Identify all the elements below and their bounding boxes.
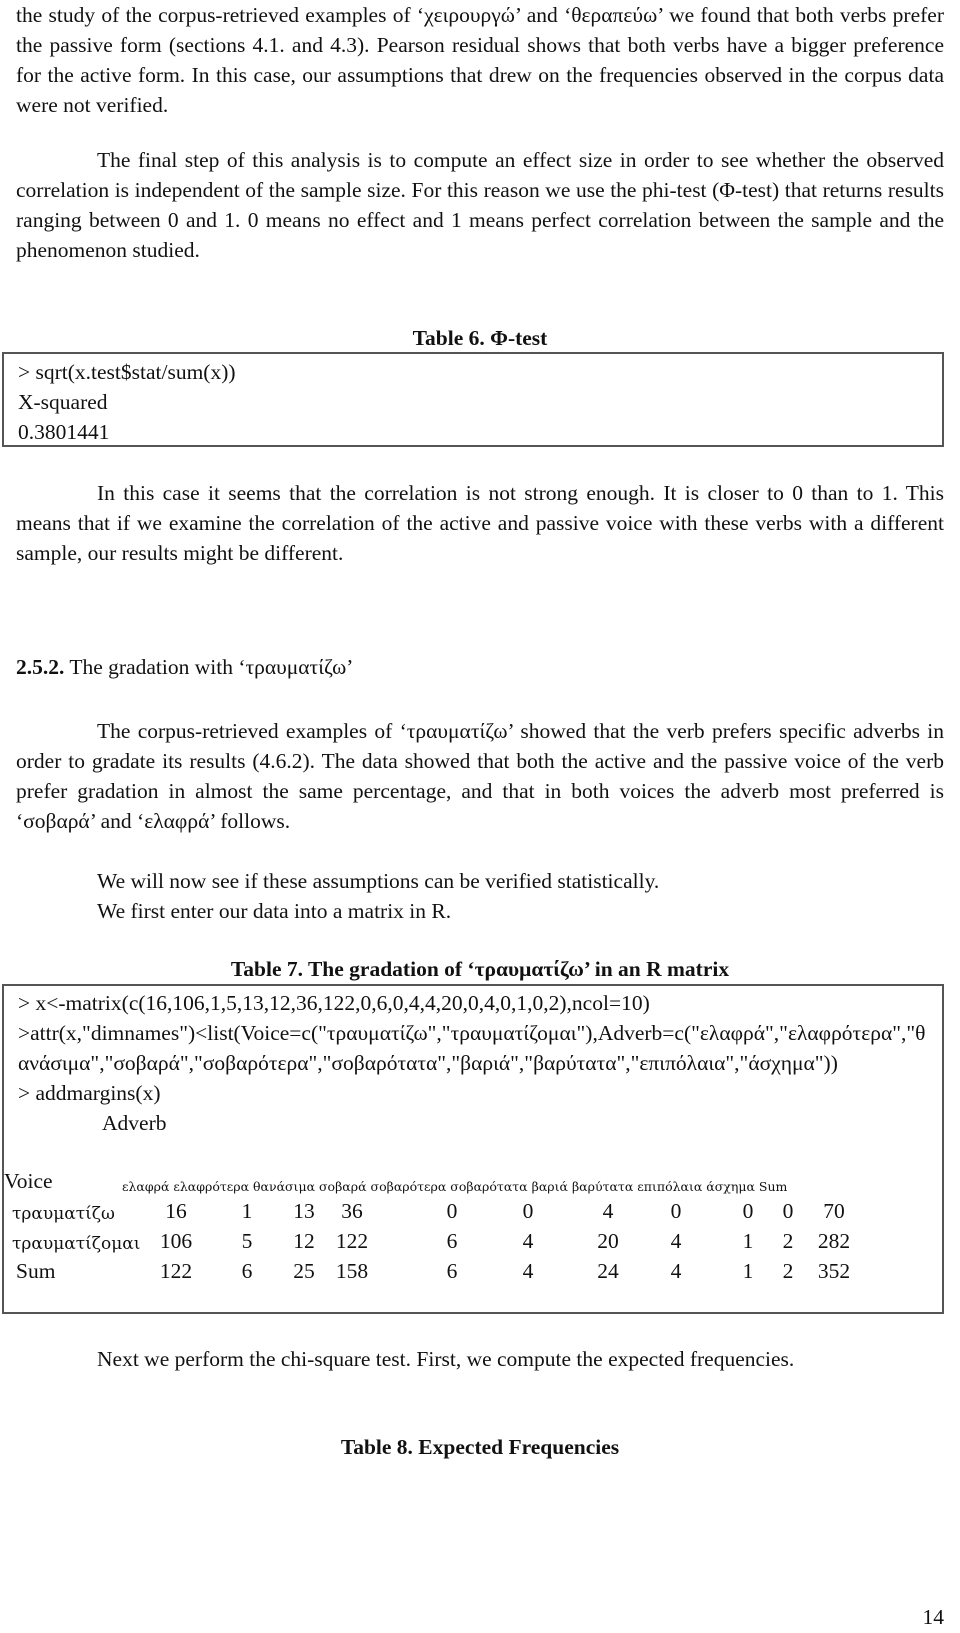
paragraph-verify: We will now see if these assumptions can… [97, 869, 660, 893]
matrix-cell: 0 [670, 1199, 682, 1223]
row-label: Sum [16, 1259, 56, 1283]
matrix-cell: 4 [522, 1259, 534, 1283]
row-label: τραυματίζομαι [12, 1234, 141, 1254]
column-header: θανάσιμα [253, 1179, 316, 1194]
column-header: επιπόλαια [637, 1179, 703, 1194]
page-number: 14 [922, 1605, 945, 1629]
matrix-cell: 25 [293, 1259, 315, 1283]
column-header: σοβαρότερα [370, 1179, 447, 1194]
matrix-cell: 13 [293, 1199, 315, 1223]
matrix-cell: 16 [165, 1199, 187, 1223]
paragraph-pearson-residual: the study of the corpus-retrieved exampl… [16, 3, 944, 117]
table7-code-line: > addmargins(x) [18, 1081, 161, 1105]
matrix-cell: 282 [817, 1229, 851, 1253]
matrix-cell: 1 [241, 1199, 253, 1223]
column-header: ελαφρότερα [173, 1179, 250, 1194]
column-header: ελαφρά [122, 1179, 170, 1194]
section-heading: 2.5.2. The gradation with ‘τραυματίζω’ [16, 652, 944, 682]
column-header: Sum [758, 1179, 788, 1194]
matrix-cell: 0 [446, 1199, 458, 1223]
table6-box: > sqrt(x.test$stat/sum(x)) X-squared 0.3… [2, 352, 944, 447]
matrix-cell: 12 [293, 1229, 315, 1253]
table7-caption: Table 7. The gradation of ‘τραυματίζω’ i… [230, 957, 730, 981]
table6-line: 0.3801441 [18, 420, 110, 444]
column-header: σοβαρά [319, 1179, 367, 1194]
section-title: The gradation with ‘τραυματίζω’ [64, 655, 354, 679]
paragraph-trav-corpus: The corpus-retrieved examples of ‘τραυμα… [16, 719, 944, 833]
matrix-cell: 2 [782, 1229, 794, 1253]
matrix-cell: 0 [782, 1199, 794, 1223]
matrix-cell: 36 [341, 1199, 363, 1223]
table8-caption: Table 8. Expected Frequencies [340, 1435, 620, 1459]
matrix-cell: 4 [522, 1229, 534, 1253]
matrix-cell: 122 [159, 1259, 193, 1283]
matrix-cell: 4 [602, 1199, 614, 1223]
matrix-cell: 106 [159, 1229, 193, 1253]
paragraph-matrix: We first enter our data into a matrix in… [97, 899, 452, 923]
row-label: τραυματίζω [12, 1204, 115, 1224]
matrix-cell: 0 [522, 1199, 534, 1223]
matrix-row: τραυματίζω 16 1 13 36 0 0 4 0 0 0 70 [4, 1196, 904, 1226]
table7-code-line: >attr(x,"dimnames")<list(Voice=c("τραυμα… [18, 1021, 926, 1075]
matrix-cell: 4 [670, 1259, 682, 1283]
table6-line: X-squared [18, 390, 108, 414]
table7-box: > x<-matrix(c(16,106,1,5,13,12,36,122,0,… [2, 984, 944, 1314]
matrix-row: τραυματίζομαι 106 5 12 122 6 4 20 4 1 2 282 [4, 1226, 904, 1256]
matrix-cell: 70 [823, 1199, 845, 1223]
matrix-cell: 2 [782, 1259, 794, 1283]
matrix-cell: 6 [446, 1259, 458, 1283]
matrix-cell: 158 [335, 1259, 369, 1283]
matrix-row: Sum 122 6 25 158 6 4 24 4 1 2 352 [4, 1256, 904, 1286]
column-header: βαρύτατα [571, 1179, 634, 1194]
col-dim-label: Adverb [102, 1111, 167, 1135]
matrix-cell: 4 [670, 1229, 682, 1253]
paragraph-phi-test-intro: The final step of this analysis is to co… [16, 148, 944, 262]
matrix-cell: 6 [241, 1259, 253, 1283]
matrix-cell: 6 [446, 1229, 458, 1253]
paragraph-correlation-result: In this case it seems that the correlati… [16, 481, 944, 565]
row-dim-label: Voice [4, 1169, 53, 1193]
column-header: βαριά [531, 1179, 568, 1194]
matrix-cell: 352 [817, 1259, 851, 1283]
matrix-cell: 5 [241, 1229, 253, 1253]
column-header: άσχημα [706, 1179, 755, 1194]
table6-line: > sqrt(x.test$stat/sum(x)) [18, 360, 236, 384]
table7-code-line: > x<-matrix(c(16,106,1,5,13,12,36,122,0,… [18, 991, 650, 1015]
section-number: 2.5.2. [16, 655, 65, 679]
table6-caption: Table 6. Φ-test [412, 326, 548, 350]
paragraph-chi-square: Next we perform the chi-square test. Fir… [97, 1347, 795, 1371]
matrix-cell: 122 [335, 1229, 369, 1253]
matrix-cell: 24 [597, 1259, 619, 1283]
column-header: σοβαρότατα [450, 1179, 528, 1194]
matrix-cell: 20 [597, 1229, 619, 1253]
